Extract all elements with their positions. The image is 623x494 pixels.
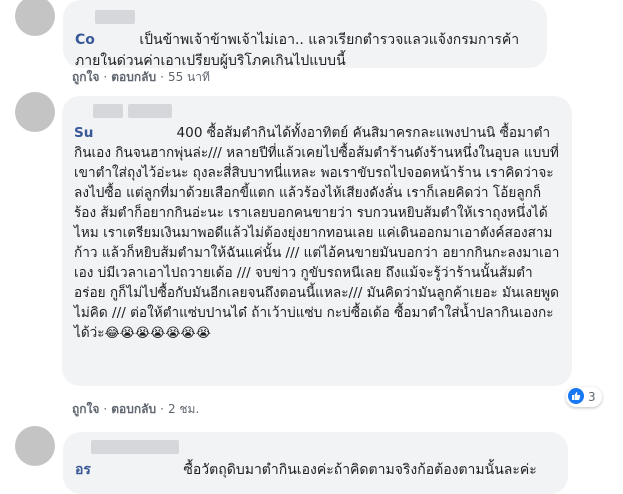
avatar[interactable] — [15, 426, 55, 466]
like-link[interactable]: ถูกใจ — [72, 402, 99, 416]
comment-time[interactable]: 55 นาที — [168, 70, 210, 84]
author-name-redacted: xxxxxx — [128, 104, 173, 118]
comment-text: ซื้อวัตถุดิบมาตำกินเองค่ะถ้าคิดตามจริงก้… — [183, 462, 537, 478]
separator-dot: · — [103, 402, 108, 416]
avatar[interactable] — [15, 92, 55, 132]
reply-link[interactable]: ตอบกลับ — [111, 402, 156, 416]
comment-bubble: Co xxxxxxx เป็นข้าพเจ้าข้าพเจ้าไม่เอา.. แ… — [63, 0, 547, 69]
separator-dot: · — [160, 402, 164, 416]
emoji-reactions-inline: 😂😭😭😭😭😭😭 — [104, 326, 211, 341]
reply-link[interactable]: ตอบกลับ — [111, 70, 156, 84]
thumbs-up-icon — [568, 388, 584, 404]
separator-dot: · — [160, 70, 164, 84]
author-name-text: Su — [74, 125, 94, 141]
comment-actions: ถูกใจ · ตอบกลับ · 2 ชม. — [72, 400, 199, 419]
comment-bubble: อร xxxxxxxxxxxx ซื้อวัตถุดิบมาตำกินเองค่ะ… — [63, 432, 568, 494]
comment-time[interactable]: 2 ชม. — [168, 402, 199, 416]
comment-bubble: Su xxxx xxxxxx 400 ซื้อส้มตำกินได้ทั้งอาท… — [62, 96, 572, 386]
comment-body: Su xxxx xxxxxx 400 ซื้อส้มตำกินได้ทั้งอาท… — [74, 104, 560, 344]
reaction-count-badge[interactable]: 3 — [566, 387, 602, 407]
avatar[interactable] — [15, 0, 55, 36]
comment-body: Co xxxxxxx เป็นข้าพเจ้าข้าพเจ้าไม่เอา.. แ… — [75, 10, 535, 72]
author-name[interactable]: อร xxxxxxxxxxxx — [75, 440, 179, 478]
separator-dot: · — [103, 70, 108, 84]
author-name-redacted: xxxxxxxxxxxx — [90, 440, 179, 454]
author-name-redacted: xxxxxxx — [94, 10, 135, 24]
comment-text: เป็นข้าพเจ้าข้าพเจ้าไม่เอา.. แลวเรียกตำร… — [75, 32, 520, 69]
author-name-redacted: xxxx — [93, 104, 124, 118]
comment-text: 400 ซื้อส้มตำกินได้ทั้งอาทิตย์ คันสิมาคร… — [74, 125, 560, 341]
author-name-text: อร — [75, 462, 91, 478]
reaction-count: 3 — [588, 390, 596, 404]
author-name[interactable]: Co xxxxxxx — [75, 10, 135, 48]
comment-body: อร xxxxxxxxxxxx ซื้อวัตถุดิบมาตำกินเองค่ะ… — [75, 440, 556, 481]
author-name[interactable]: Su xxxx xxxxxx — [74, 104, 173, 141]
like-link[interactable]: ถูกใจ — [72, 70, 99, 84]
author-name-text: Co — [75, 32, 95, 48]
comment-actions: ถูกใจ · ตอบกลับ · 55 นาที — [72, 68, 210, 87]
